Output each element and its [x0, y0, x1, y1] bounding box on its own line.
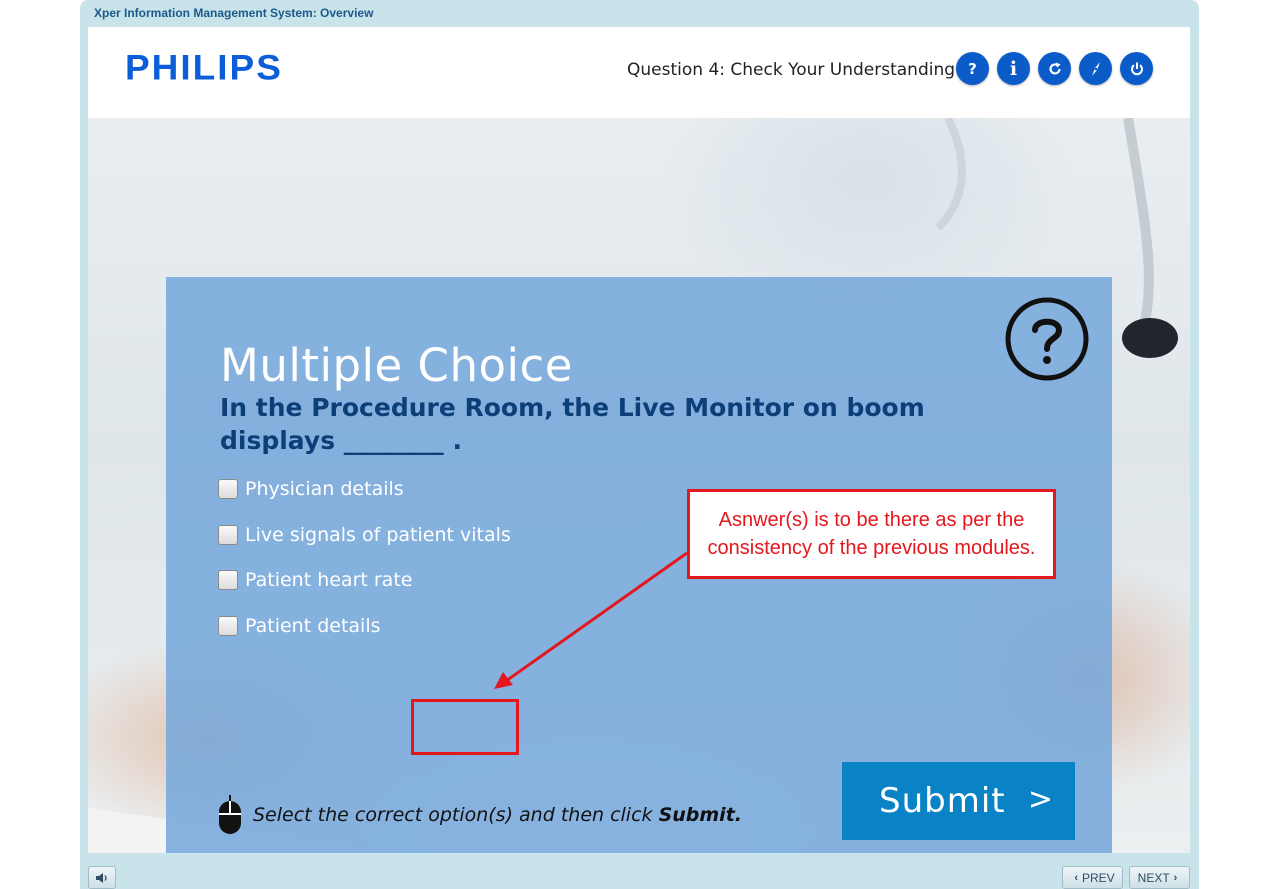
- option-label: Physician details: [245, 478, 404, 500]
- question-text: In the Procedure Room, the Live Monitor …: [220, 393, 925, 455]
- submit-label: Submit: [879, 781, 1006, 821]
- option-label: Live signals of patient vitals: [245, 524, 511, 546]
- background-photo: Multiple Choice In the Procedure Room, t…: [88, 118, 1190, 853]
- replay-icon: [1048, 62, 1061, 75]
- review-annotation: Asnwer(s) is to be there as per the cons…: [687, 489, 1056, 579]
- option-patient-details[interactable]: Patient details: [218, 612, 381, 640]
- instruction-action: Submit.: [658, 804, 742, 826]
- option-heart-rate[interactable]: Patient heart rate: [218, 566, 412, 594]
- resources-button[interactable]: [1079, 52, 1112, 85]
- chevron-right-icon: ›: [1173, 871, 1178, 884]
- chevron-left-icon: ‹: [1074, 871, 1078, 884]
- audio-button[interactable]: [88, 866, 116, 889]
- slide: PHILIPS Question 4: Check Your Understan…: [88, 27, 1190, 853]
- window-title: Xper Information Management System: Over…: [94, 6, 374, 20]
- exit-button[interactable]: [1120, 52, 1153, 85]
- instruction-text: Select the correct option(s) and then cl…: [253, 804, 742, 826]
- instruction: Select the correct option(s) and then cl…: [218, 795, 742, 835]
- question-title: Question 4: Check Your Understanding: [627, 60, 956, 80]
- replay-button[interactable]: [1038, 52, 1071, 85]
- next-button[interactable]: NEXT ›: [1129, 866, 1190, 889]
- submit-arrow-icon: >: [1027, 782, 1053, 817]
- checkbox[interactable]: [218, 570, 238, 590]
- instruction-prefix: Select the correct option(s) and then cl…: [253, 804, 659, 826]
- option-label: Patient heart rate: [245, 569, 413, 591]
- next-label: NEXT: [1137, 870, 1170, 885]
- annotation-highlight-box: [411, 699, 519, 755]
- speaker-icon: [96, 872, 107, 883]
- prev-button[interactable]: ‹ PREV: [1062, 866, 1123, 889]
- compass-icon: [1091, 61, 1100, 76]
- prev-label: PREV: [1081, 870, 1115, 885]
- checkbox[interactable]: [218, 479, 238, 499]
- player-frame: Xper Information Management System: Over…: [80, 0, 1199, 889]
- power-icon: [1130, 62, 1143, 75]
- bottom-bar: ‹ PREV NEXT ›: [88, 853, 1190, 889]
- help-button[interactable]: ?: [956, 52, 989, 85]
- multiple-choice-heading: Multiple Choice: [220, 339, 573, 392]
- checkbox[interactable]: [218, 525, 238, 545]
- checkbox[interactable]: [218, 616, 238, 636]
- slide-header: PHILIPS Question 4: Check Your Understan…: [88, 27, 1190, 118]
- question-circle-icon: [1005, 297, 1089, 381]
- option-live-signals[interactable]: Live signals of patient vitals: [218, 521, 511, 549]
- info-icon: i: [1009, 57, 1018, 80]
- info-button[interactable]: i: [997, 52, 1030, 85]
- question-mark-icon: ?: [968, 59, 977, 78]
- option-physician-details[interactable]: Physician details: [218, 475, 404, 503]
- option-label: Patient details: [245, 615, 381, 637]
- mouse-icon: [219, 795, 241, 834]
- philips-logo: PHILIPS: [125, 48, 283, 87]
- submit-button[interactable]: Submit >: [842, 762, 1075, 840]
